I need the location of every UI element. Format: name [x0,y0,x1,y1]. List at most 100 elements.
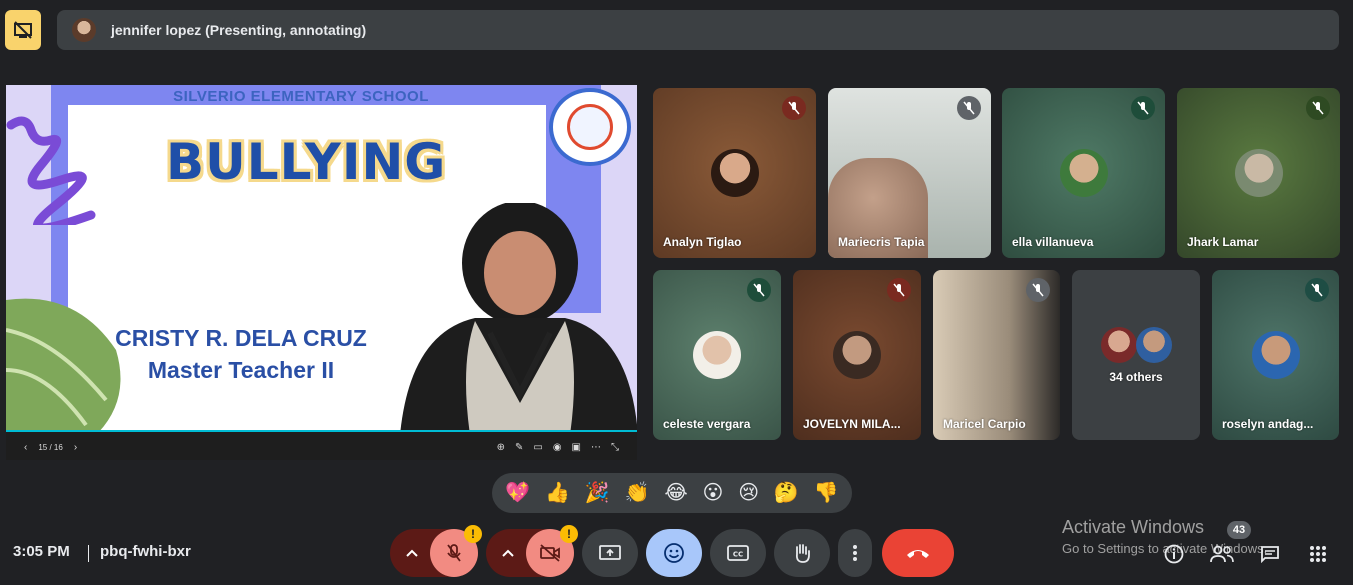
chevron-up-icon [502,549,514,557]
more-vert-icon [853,545,857,561]
stop-screenshare-icon [14,21,32,39]
more-options-button[interactable] [838,529,872,577]
participant-avatar [1101,327,1137,363]
participant-avatar [833,331,881,379]
muted-mic-icon [1305,278,1329,302]
toggle-camera-button[interactable]: ! [526,525,578,577]
participant-tile[interactable]: JOVELYN MILA... [793,270,921,440]
reaction-thumbs-up[interactable]: 👍 [545,483,570,503]
mic-off-icon [447,544,461,562]
slide-school-name: SILVERIO ELEMENTARY SCHOOL [173,88,429,105]
people-icon [1210,545,1234,563]
participant-name: Analyn Tiglao [663,235,742,249]
audio-options-button[interactable] [390,529,434,577]
muted-mic-icon [957,96,981,120]
leave-call-button[interactable] [882,529,954,577]
more-options-icon[interactable]: ⋯ [591,442,601,453]
windows-activation-title: Activate Windows [1062,517,1205,537]
participant-tile[interactable]: Analyn Tiglao [653,88,816,258]
reaction-thinking[interactable]: 🤔 [774,483,799,503]
chat-icon [1261,546,1279,563]
present-screen-button[interactable] [582,529,638,577]
participant-avatar [710,149,759,197]
participant-name: ella villanueva [1012,235,1094,249]
participant-avatar [1136,327,1172,363]
participant-tile[interactable]: Jhark Lamar [1177,88,1340,258]
presentation-view[interactable]: SILVERIO ELEMENTARY SCHOOL BULLYING CRIS… [6,85,637,460]
reactions-bar: 💖 👍 🎉 👏 😂 😮 😢 🤔 👎 [492,473,852,513]
raise-hand-icon [795,544,810,563]
display-icon[interactable]: ▣ [572,442,581,453]
stop-presenting-button[interactable] [5,10,41,50]
muted-mic-icon [887,278,911,302]
reaction-sparkling-heart[interactable]: 💖 [505,483,530,503]
reaction-thumbs-down[interactable]: 👎 [814,483,839,503]
people-button[interactable] [1208,540,1236,568]
camera-off-icon [540,544,560,562]
squiggle-decoration [6,116,96,225]
closed-captions-icon: CC [727,545,749,561]
end-call-icon [907,550,929,558]
slide-presenter-name: CRISTY R. DELA CRUZ [115,325,367,351]
reactions-button[interactable] [646,529,702,577]
reaction-crying[interactable]: 😢 [738,483,759,503]
captions-icon[interactable]: ▭ [533,442,542,453]
apps-grid-icon [1310,546,1326,562]
warning-badge-icon: ! [560,525,578,543]
raise-hand-button[interactable] [774,529,830,577]
participant-name: Jhark Lamar [1187,235,1259,249]
participant-tile[interactable]: Mariecris Tapia [828,88,991,258]
school-seal-logo [549,88,631,166]
participant-name: JOVELYN MILA... [803,417,901,431]
activities-button[interactable] [1304,540,1332,568]
divider [88,545,89,562]
present-screen-icon [599,545,621,560]
annotate-pen-icon[interactable]: ✎ [515,442,523,453]
participant-name: roselyn andag... [1222,417,1314,431]
others-count-label: 34 others [1109,370,1163,384]
presenter-avatar [72,18,96,42]
slide-presenter-role: Master Teacher II [147,357,335,383]
chevron-up-icon [406,549,418,557]
reaction-surprised[interactable]: 😮 [703,483,724,503]
participant-tile[interactable]: Maricel Carpio [933,270,1060,440]
slide-page-indicator: 15 / 16 [38,443,63,452]
svg-text:CC: CC [733,551,743,559]
participant-avatar [1234,149,1283,197]
presenting-banner: jennifer lopez (Presenting, annotating) [57,10,1339,50]
muted-mic-icon [1131,96,1155,120]
others-tile[interactable]: 34 others [1072,270,1200,440]
reaction-party-popper[interactable]: 🎉 [585,483,610,503]
slide-title: BULLYING [166,133,447,191]
toggle-mic-button[interactable]: ! [430,525,482,577]
clock: 3:05 PM [13,543,70,560]
reaction-clapping[interactable]: 👏 [625,483,650,503]
chat-button[interactable] [1256,540,1284,568]
video-options-button[interactable] [486,529,530,577]
presentation-toolbar: ‹ 15 / 16 › ⊕ ✎ ▭ ◉ ▣ ⋯ ⤡ [6,435,637,460]
participant-avatar [693,331,741,379]
mic-control-group: ! [390,525,482,577]
captions-button[interactable]: CC [710,529,766,577]
muted-mic-icon [747,278,771,302]
previous-slide-icon[interactable]: ‹ [24,442,27,453]
info-icon [1164,544,1184,564]
exit-fullscreen-icon[interactable]: ⤡ [611,442,619,453]
next-slide-icon[interactable]: › [74,442,77,453]
participant-tile[interactable]: celeste vergara [653,270,781,440]
presenter-video-overlay [400,203,637,432]
people-count-badge: 43 [1227,521,1251,539]
reaction-laughing[interactable]: 😂 [664,483,687,503]
slide: SILVERIO ELEMENTARY SCHOOL BULLYING CRIS… [6,85,637,432]
muted-mic-icon [1026,278,1050,302]
participant-avatar [1251,331,1300,379]
participant-tile[interactable]: ella villanueva [1002,88,1165,258]
participant-avatar [1059,149,1108,197]
audio-icon[interactable]: ◉ [553,442,562,453]
zoom-icon[interactable]: ⊕ [497,442,505,453]
muted-mic-icon [782,96,806,120]
meeting-details-button[interactable] [1160,540,1188,568]
meeting-code: pbq-fwhi-bxr [100,543,191,560]
participant-tile[interactable]: roselyn andag... [1212,270,1339,440]
presenter-status-text: jennifer lopez (Presenting, annotating) [111,22,367,38]
